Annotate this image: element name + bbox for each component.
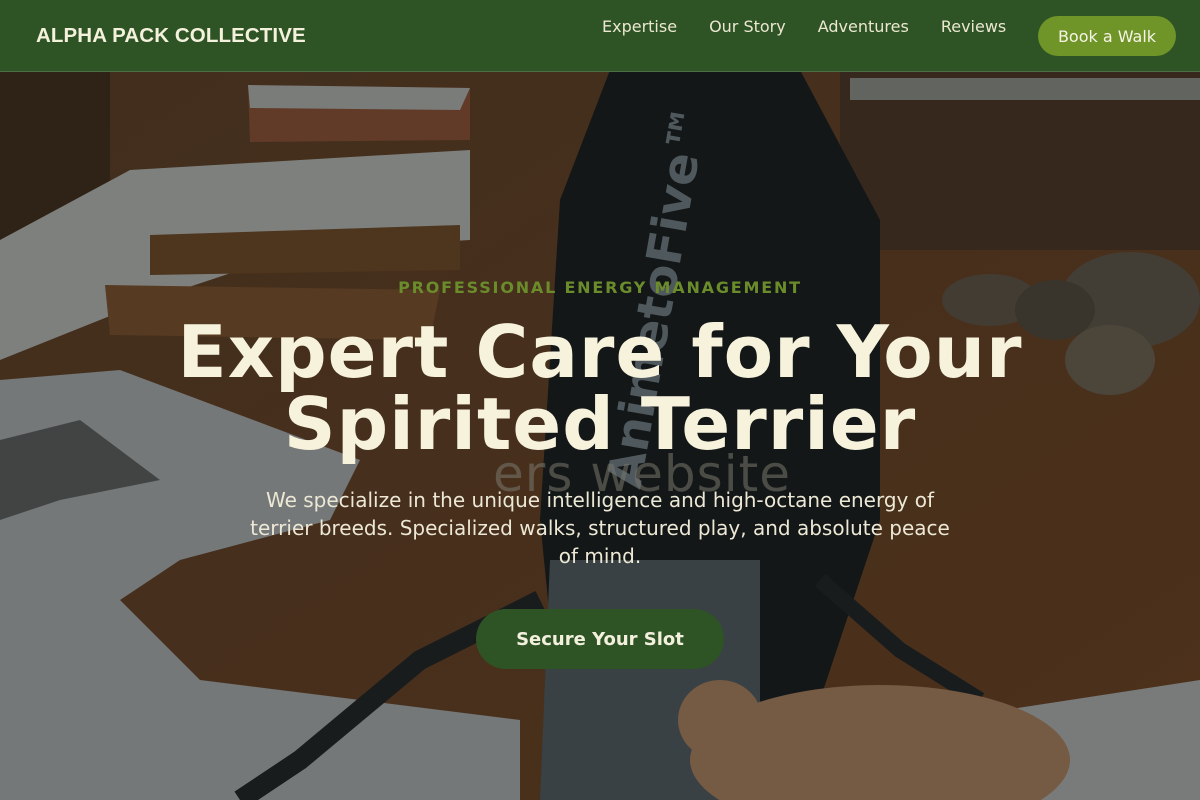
book-a-walk-button[interactable]: Book a Walk [1038, 16, 1176, 56]
nav-link-adventures[interactable]: Adventures [818, 17, 909, 36]
nav-link-expertise[interactable]: Expertise [602, 17, 677, 36]
main-nav: Expertise Our Story Adventures Reviews [602, 17, 1038, 36]
hero-subtext: We specialize in the unique intelligence… [250, 488, 950, 568]
site-header: ALPHA PACK COLLECTIVE Expertise Our Stor… [0, 0, 1200, 72]
brand-logo[interactable]: ALPHA PACK COLLECTIVE [36, 24, 306, 48]
nav-link-reviews[interactable]: Reviews [941, 17, 1006, 36]
hero-headline: Expert Care for Your Spirited Terrier [0, 316, 1200, 460]
nav-link-our-story[interactable]: Our Story [709, 17, 786, 36]
secure-your-slot-button[interactable]: Secure Your Slot [476, 609, 724, 669]
hero-eyebrow: PROFESSIONAL ENERGY MANAGEMENT [398, 278, 802, 297]
